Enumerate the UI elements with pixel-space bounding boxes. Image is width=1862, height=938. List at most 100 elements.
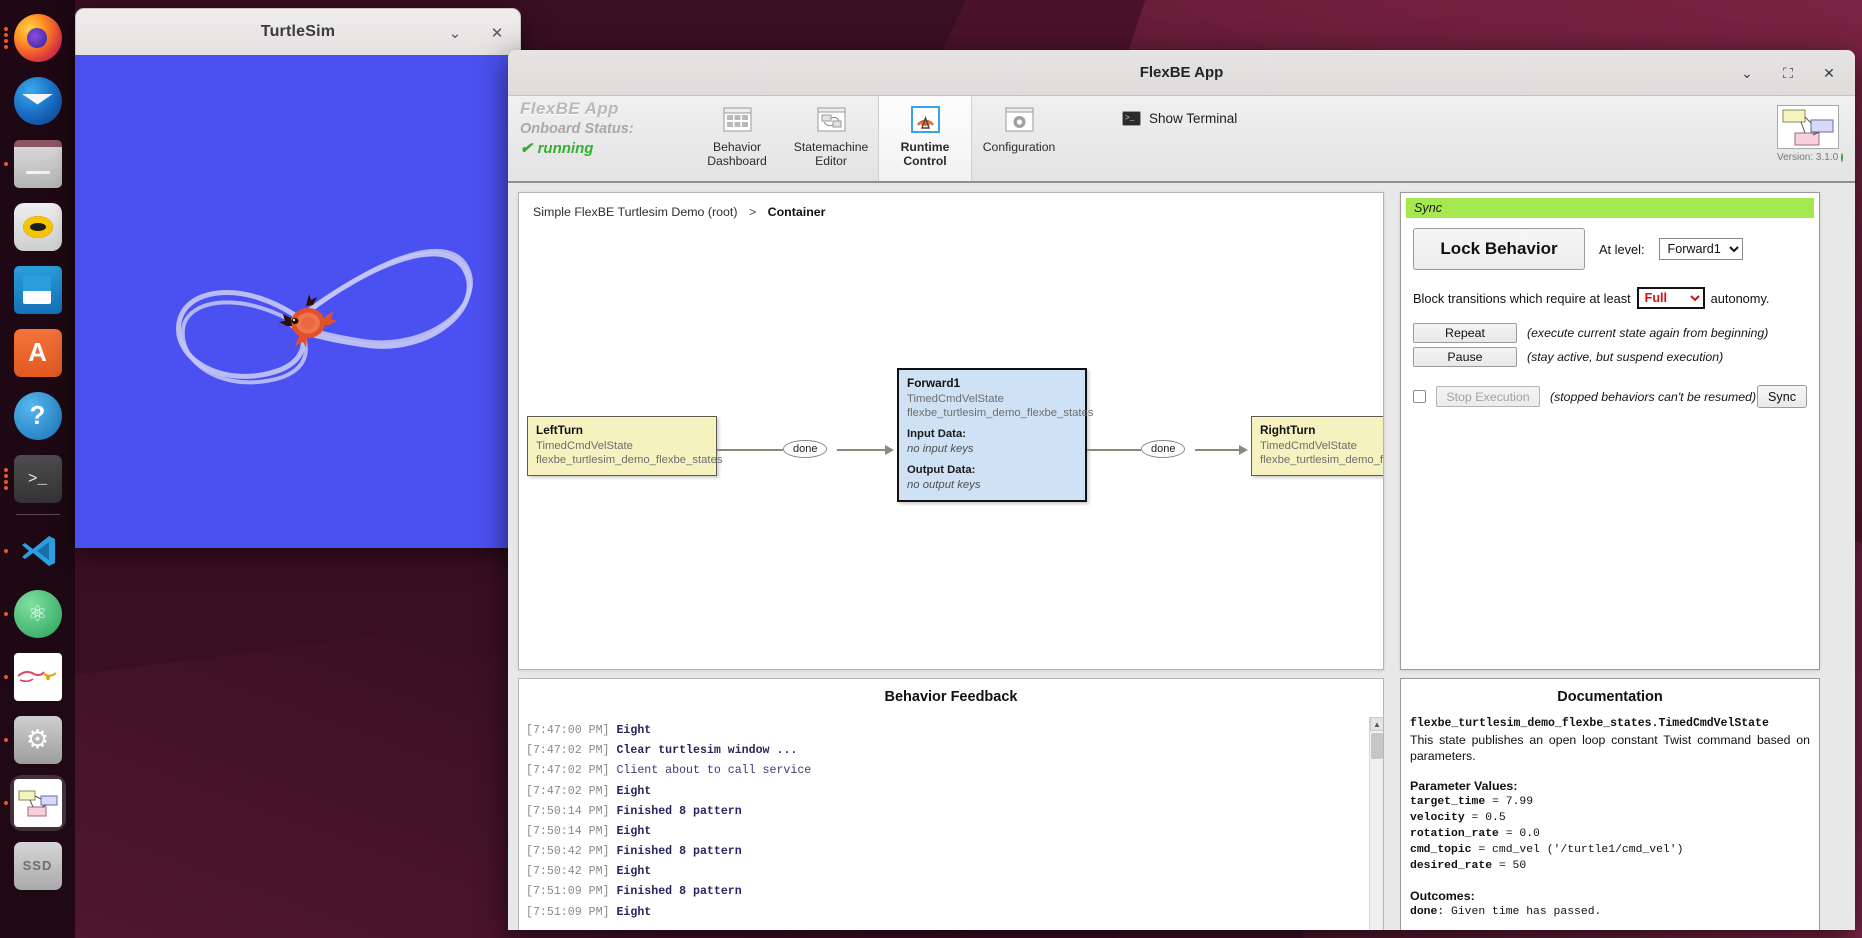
input-data-label: Input Data:	[907, 428, 966, 441]
state-node-rightturn[interactable]: RightTurn TimedCmdVelState flexbe_turtle…	[1251, 416, 1384, 477]
parameter-key: cmd_topic	[1410, 843, 1472, 856]
turtlesim-close-icon[interactable]: ✕	[488, 24, 506, 42]
version-text: Version: 3.1.0	[1777, 152, 1839, 163]
flexbe-close-icon[interactable]: ✕	[1821, 65, 1837, 81]
dock-item-rqt-graph[interactable]	[0, 645, 75, 708]
state-name: RightTurn	[1260, 423, 1316, 437]
documentation-state-path: flexbe_turtlesim_demo_flexbe_states.Time…	[1410, 717, 1769, 730]
tab-configuration[interactable]: Configuration	[972, 96, 1066, 181]
tab-behavior-dashboard[interactable]: Behavior Dashboard	[690, 96, 784, 181]
turtlesim-minimize-icon[interactable]: ⌄	[446, 24, 464, 42]
outcomes-header: Outcomes:	[1410, 888, 1475, 903]
flexbe-minimize-icon[interactable]: ⌄	[1739, 65, 1755, 81]
dock-item-ubuntu-software[interactable]: A	[0, 321, 75, 384]
pause-button[interactable]: Pause	[1413, 347, 1517, 367]
dock-item-rhythmbox[interactable]	[0, 195, 75, 258]
pause-note: (stay active, but suspend execution)	[1527, 350, 1724, 364]
antenna-icon	[910, 104, 941, 135]
input-data-value: no input keys	[907, 443, 974, 456]
behavior-feedback-log[interactable]: [7:47:00 PM] Eight [7:47:02 PM] Clear tur…	[519, 717, 1383, 930]
parameter-value: = 0.5	[1464, 811, 1506, 824]
dock-item-flexbe-app[interactable]	[0, 771, 75, 834]
log-line: [7:50:42 PM] Eight	[526, 862, 1383, 882]
flexbe-brand-block: Version: 3.1.0	[1777, 105, 1843, 163]
outcome-key: done	[1410, 906, 1438, 919]
log-timestamp: [7:47:02 PM]	[526, 764, 617, 778]
transition-label-done-2[interactable]: done	[1141, 440, 1186, 458]
state-package: flexbe_turtlesim_demo_flexbe_states	[1260, 454, 1384, 467]
at-level-label: At level:	[1599, 241, 1645, 257]
log-timestamp: [7:50:42 PM]	[526, 845, 617, 859]
breadcrumb-root[interactable]: Simple FlexBE Turtlesim Demo (root)	[533, 205, 738, 219]
dock-item-vscode[interactable]	[0, 519, 75, 582]
transition-arrow-2	[1239, 445, 1248, 455]
log-timestamp: [7:47:02 PM]	[526, 744, 617, 758]
outcome-row: done: Given time has passed.	[1410, 905, 1810, 921]
rqt-icon	[13, 652, 62, 701]
stop-execution-checkbox[interactable]	[1413, 390, 1426, 403]
dock-item-ssd-drive[interactable]: SSD	[0, 834, 75, 897]
log-line: [7:50:14 PM] Eight	[526, 822, 1383, 842]
dock-item-help[interactable]: ?	[0, 384, 75, 447]
state-name: Forward1	[907, 376, 961, 390]
state-node-leftturn[interactable]: LeftTurn TimedCmdVelState flexbe_turtles…	[527, 416, 723, 477]
dock-item-libreoffice-writer[interactable]	[0, 258, 75, 321]
state-class: TimedCmdVelState	[536, 439, 633, 452]
running-dots	[4, 611, 8, 616]
statemachine-diagram-panel[interactable]: Simple FlexBE Turtlesim Demo (root) > Co…	[518, 192, 1384, 670]
parameter-values-list: target_time = 7.99 velocity = 0.5 rotation…	[1410, 795, 1810, 875]
sync-button[interactable]: Sync	[1757, 385, 1807, 408]
parameter-key: rotation_rate	[1410, 827, 1499, 840]
tab-statemachine-editor[interactable]: Statemachine Editor	[784, 96, 878, 181]
dock-item-thunderbird[interactable]	[0, 69, 75, 132]
running-dots	[4, 737, 8, 742]
onboard-status-label: Onboard Status:	[520, 121, 634, 137]
flexbe-app-window: FlexBE App ⌄ ⛶ ✕ FlexBE App Onboard Stat…	[508, 50, 1855, 930]
output-data-value: no output keys	[907, 479, 981, 492]
tab-statemachine-editor-line2: Editor	[815, 154, 847, 169]
transition-line-1	[717, 449, 783, 451]
dock-item-terminal[interactable]: >_	[0, 447, 75, 510]
dock-item-files[interactable]	[0, 132, 75, 195]
ssd-drive-icon: SSD	[13, 841, 62, 890]
repeat-button[interactable]: Repeat	[1413, 323, 1517, 343]
scroll-up-icon[interactable]: ▲	[1370, 717, 1383, 731]
breadcrumb-separator: >	[748, 205, 757, 219]
log-line: [7:50:42 PM] Finished 8 pattern	[526, 842, 1383, 862]
lock-behavior-row: Lock Behavior At level: Forward1	[1413, 228, 1807, 270]
show-terminal-button[interactable]: >_ Show Terminal	[1122, 107, 1237, 129]
autonomy-row: Block transitions which require at least…	[1413, 287, 1807, 309]
onboard-status-block: FlexBE App Onboard Status: ✔ running	[508, 96, 690, 181]
log-message: Eight	[616, 905, 652, 919]
help-icon: ?	[13, 391, 62, 440]
log-timestamp: [7:47:00 PM]	[526, 724, 617, 737]
state-class: TimedCmdVelState	[907, 392, 1004, 405]
files-icon	[13, 139, 62, 188]
behavior-feedback-panel: Behavior Feedback [7:47:00 PM] Eight [7:4…	[518, 678, 1384, 930]
rhythmbox-icon	[13, 202, 62, 251]
turtlesim-titlebar[interactable]: TurtleSim ⌄ ✕	[75, 8, 521, 55]
turtlesim-canvas[interactable]	[75, 55, 521, 548]
breadcrumb-current: Container	[767, 205, 826, 219]
dock-item-firefox[interactable]	[0, 6, 75, 69]
dock-item-settings[interactable]: ⚙	[0, 708, 75, 771]
scroll-thumb[interactable]	[1371, 733, 1383, 759]
stop-execution-button[interactable]: Stop Execution	[1436, 386, 1540, 407]
show-terminal-label: Show Terminal	[1149, 110, 1238, 126]
dock-item-atom[interactable]: ⚛	[0, 582, 75, 645]
flexbe-maximize-icon[interactable]: ⛶	[1780, 65, 1796, 81]
transition-label-done-1[interactable]: done	[783, 440, 828, 458]
autonomy-level-select[interactable]: Full	[1636, 287, 1705, 309]
flexbe-active-highlight	[9, 774, 66, 831]
rqt-graph-glyph	[16, 670, 57, 682]
tab-behavior-dashboard-line1: Behavior	[712, 140, 762, 154]
lock-behavior-button[interactable]: Lock Behavior	[1413, 228, 1585, 270]
flexbe-titlebar[interactable]: FlexBE App ⌄ ⛶ ✕	[508, 50, 1855, 96]
feedback-scrollbar[interactable]: ▲ ▼	[1369, 717, 1383, 930]
block-prefix-label: Block transitions which require at least	[1413, 290, 1631, 306]
tab-runtime-control[interactable]: Runtime Control	[878, 96, 972, 181]
statemachine-canvas[interactable]: LeftTurn TimedCmdVelState flexbe_turtles…	[519, 233, 1383, 669]
running-dots	[4, 800, 8, 805]
state-node-forward1[interactable]: Forward1 TimedCmdVelState flexbe_turtles…	[897, 368, 1094, 502]
at-level-select[interactable]: Forward1	[1658, 238, 1743, 260]
